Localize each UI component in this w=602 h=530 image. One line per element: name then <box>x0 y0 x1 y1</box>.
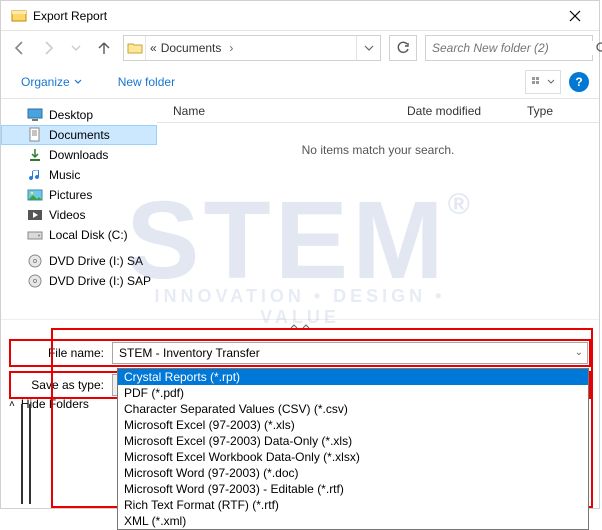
help-button[interactable]: ? <box>569 72 589 92</box>
sidebar-item-documents[interactable]: Documents <box>1 125 157 145</box>
empty-message: No items match your search. <box>157 123 599 177</box>
sidebar-item-label: DVD Drive (I:) SA <box>49 254 143 268</box>
saveastype-option[interactable]: Character Separated Values (CSV) (*.csv) <box>118 401 588 417</box>
disk-icon <box>27 227 43 243</box>
app-icon <box>11 8 27 24</box>
new-folder-button[interactable]: New folder <box>112 71 181 93</box>
back-button[interactable] <box>7 35 33 61</box>
breadcrumb[interactable]: « Documents › <box>146 41 356 55</box>
saveastype-label: Save as type: <box>12 378 112 392</box>
sidebar-item-pictures[interactable]: Pictures <box>1 185 157 205</box>
saveastype-option[interactable]: Microsoft Word (97-2003) (*.doc) <box>118 465 588 481</box>
address-dropdown[interactable] <box>356 36 380 60</box>
music-icon <box>27 167 43 183</box>
saveastype-dropdown[interactable]: Crystal Reports (*.rpt)PDF (*.pdf)Charac… <box>117 368 589 530</box>
col-date[interactable]: Date modified <box>399 100 519 122</box>
dvd-icon <box>27 253 43 269</box>
up-button[interactable] <box>91 35 117 61</box>
sidebar-item-label: Documents <box>49 128 110 142</box>
sidebar-item-local-disk-c-[interactable]: Local Disk (C:) <box>1 225 157 245</box>
saveastype-option[interactable]: Microsoft Excel Workbook Data-Only (*.xl… <box>118 449 588 465</box>
desktop-icon <box>27 107 43 123</box>
sidebar-item-videos[interactable]: Videos <box>1 205 157 225</box>
sidebar-item-desktop[interactable]: Desktop <box>1 105 157 125</box>
col-name[interactable]: Name <box>157 100 399 122</box>
chevron-down-icon[interactable]: ⌄ <box>575 347 583 358</box>
saveastype-option[interactable]: XML (*.xml) <box>118 513 588 529</box>
refresh-button[interactable] <box>389 35 417 61</box>
chevron-down-icon <box>74 78 82 86</box>
search-box[interactable] <box>425 35 593 61</box>
titlebar: Export Report <box>1 1 599 31</box>
address-bar[interactable]: « Documents › <box>123 35 381 61</box>
pictures-icon <box>27 187 43 203</box>
breadcrumb-prefix: « <box>150 41 157 55</box>
recent-dropdown[interactable] <box>63 35 89 61</box>
sidebar-item-label: Desktop <box>49 108 93 122</box>
sidebar-item-label: Videos <box>49 208 85 222</box>
col-type[interactable]: Type <box>519 100 599 122</box>
documents-icon <box>27 127 43 143</box>
search-input[interactable] <box>426 41 595 55</box>
chevron-right-icon[interactable]: › <box>225 41 237 55</box>
content-pane: Name Date modified Type No items match y… <box>157 99 599 319</box>
saveastype-option[interactable]: PDF (*.pdf) <box>118 385 588 401</box>
chevron-down-icon <box>547 78 555 86</box>
sidebar-item-label: Local Disk (C:) <box>49 228 128 242</box>
dvd-icon <box>27 273 43 289</box>
sidebar-item-downloads[interactable]: Downloads <box>1 145 157 165</box>
breadcrumb-location[interactable]: Documents <box>157 41 226 55</box>
filename-label: File name: <box>12 346 112 360</box>
close-button[interactable] <box>555 1 595 31</box>
videos-icon <box>27 207 43 223</box>
downloads-icon <box>27 147 43 163</box>
organize-button[interactable]: Organize <box>15 71 88 93</box>
sidebar-item-label: Downloads <box>49 148 108 162</box>
search-icon[interactable] <box>595 36 602 60</box>
forward-button[interactable] <box>35 35 61 61</box>
column-headers[interactable]: Name Date modified Type <box>157 99 599 123</box>
saveastype-option[interactable]: Microsoft Excel (97-2003) Data-Only (*.x… <box>118 433 588 449</box>
filename-input[interactable]: STEM - Inventory Transfer ⌄ <box>112 342 588 364</box>
saveastype-option[interactable]: Microsoft Excel (97-2003) (*.xls) <box>118 417 588 433</box>
saveastype-option[interactable]: Crystal Reports (*.rpt) <box>118 369 588 385</box>
toolbar: Organize New folder ? <box>1 65 599 99</box>
sidebar-item-label: DVD Drive (I:) SAP <box>49 274 151 288</box>
sidebar-item-label: Music <box>49 168 80 182</box>
sidebar-item-music[interactable]: Music <box>1 165 157 185</box>
sidebar: Desktop Documents Downloads Music Pictures Vi… <box>1 99 157 319</box>
collapse-grip[interactable] <box>1 319 599 333</box>
window-title: Export Report <box>33 9 107 23</box>
decorative-lines <box>21 404 35 504</box>
nav-row: « Documents › <box>1 31 599 65</box>
chevron-up-icon: ˄ <box>9 399 15 410</box>
saveastype-option[interactable]: Microsoft Word (97-2003) - Editable (*.r… <box>118 481 588 497</box>
folder-icon <box>124 36 146 60</box>
sidebar-item-dvd-drive-i-sap[interactable]: DVD Drive (I:) SAP <box>1 271 157 291</box>
sidebar-item-label: Pictures <box>49 188 92 202</box>
hide-folders-button[interactable]: ˄ Hide Folders <box>9 397 89 411</box>
view-button[interactable] <box>525 70 561 94</box>
sidebar-item-dvd-drive-i-sa[interactable]: DVD Drive (I:) SA <box>1 251 157 271</box>
